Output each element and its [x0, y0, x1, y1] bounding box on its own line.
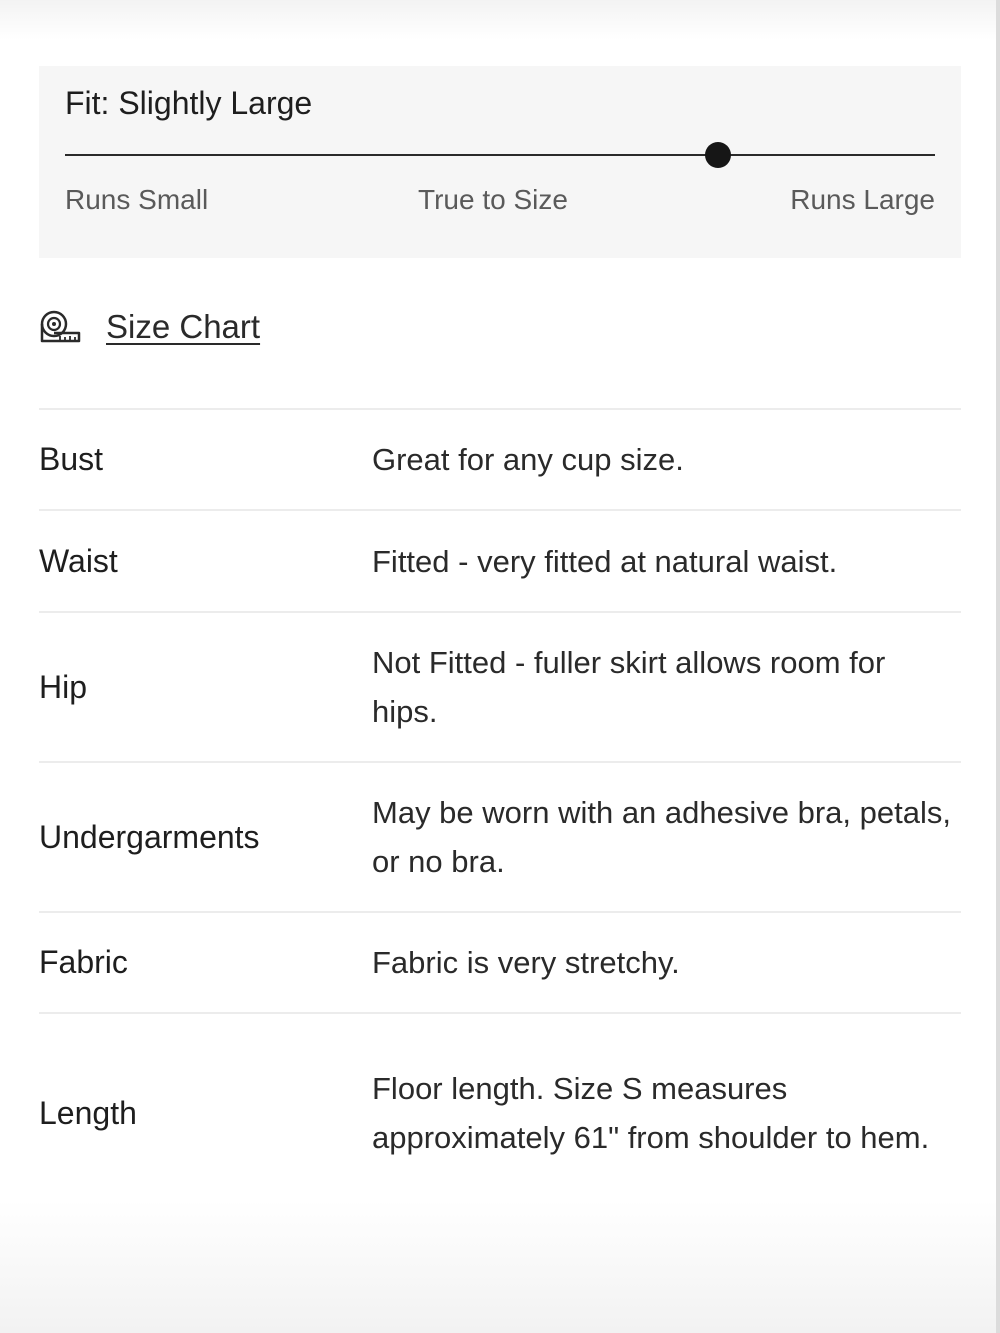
fit-scale-track	[65, 142, 935, 168]
detail-label: Fabric	[39, 944, 128, 980]
detail-label: Bust	[39, 441, 104, 477]
detail-value: May be worn with an adhesive bra, petals…	[372, 795, 951, 879]
detail-row-bust: Bust Great for any cup size.	[39, 408, 961, 509]
right-edge	[996, 0, 1000, 1333]
detail-row-hip: Hip Not Fitted - fuller skirt allows roo…	[39, 611, 961, 761]
detail-value: Floor length. Size S measures approximat…	[372, 1071, 930, 1155]
fit-label-runs-large: Runs Large	[790, 184, 935, 215]
fit-panel: Fit: Slightly Large Runs Small True to S…	[39, 66, 961, 258]
fit-title: Fit: Slightly Large	[65, 85, 313, 121]
measuring-tape-icon	[39, 310, 81, 344]
size-chart-label[interactable]: Size Chart	[106, 308, 260, 346]
fit-details-table: Bust Great for any cup size. Waist Fitte…	[39, 408, 961, 1212]
size-chart-link[interactable]: Size Chart	[39, 308, 260, 346]
detail-row-waist: Waist Fitted - very fitted at natural wa…	[39, 509, 961, 611]
detail-value: Great for any cup size.	[372, 442, 684, 477]
detail-value: Fabric is very stretchy.	[372, 945, 680, 980]
top-fade	[0, 0, 1000, 40]
detail-row-undergarments: Undergarments May be worn with an adhesi…	[39, 761, 961, 911]
fit-label-true-to-size: True to Size	[418, 184, 568, 215]
fit-scale-marker	[704, 142, 731, 168]
detail-row-fabric: Fabric Fabric is very stretchy.	[39, 911, 961, 1012]
detail-row-length: Length Floor length. Size S measures app…	[39, 1012, 961, 1212]
detail-label: Hip	[39, 668, 88, 705]
detail-value: Not Fitted - fuller skirt allows room fo…	[372, 645, 886, 729]
detail-label: Undergarments	[39, 818, 260, 855]
fit-label-runs-small: Runs Small	[65, 184, 209, 215]
detail-value: Fitted - very fitted at natural waist.	[372, 543, 838, 579]
detail-label: Length	[39, 1094, 137, 1131]
bottom-fade	[0, 1200, 1000, 1333]
detail-label: Waist	[39, 542, 118, 579]
